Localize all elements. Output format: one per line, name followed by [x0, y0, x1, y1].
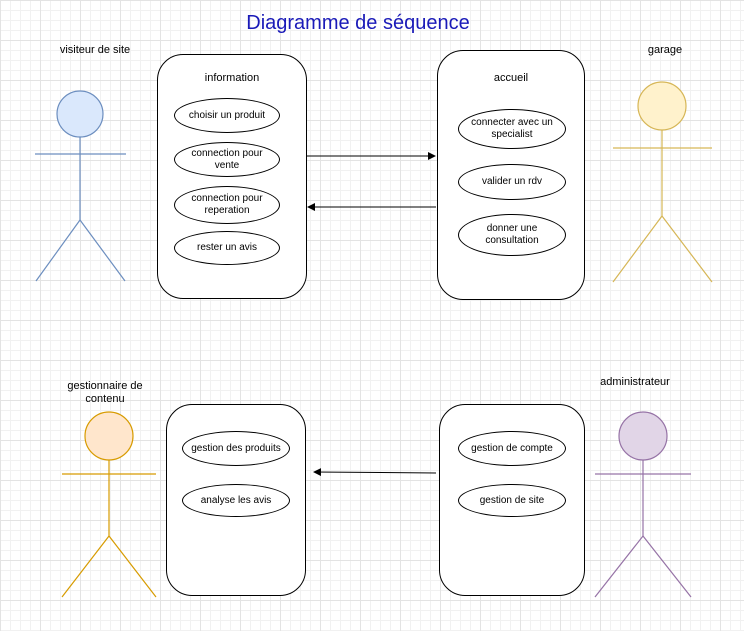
actor-garage-label: garage — [647, 44, 683, 56]
usecase-connecter-specialist[interactable]: connecter avec un specialist — [458, 109, 566, 149]
diagram-canvas — [35, 81, 713, 598]
actor-gestionnaire-label: gestionnaire de contenu — [67, 380, 143, 405]
actor-visiteur-figure[interactable] — [35, 90, 126, 282]
usecase-donner-consultation[interactable]: donner une consultation — [458, 214, 566, 256]
actor-visiteur-label: visiteur de site — [59, 44, 131, 56]
information-box-title: information — [204, 72, 260, 84]
accueil-box-title: accueil — [493, 72, 529, 84]
actor-gestionnaire-figure[interactable] — [61, 411, 157, 598]
actor-administrateur-figure[interactable] — [594, 411, 692, 598]
usecase-gestion-produits[interactable]: gestion des produits — [182, 431, 290, 466]
usecase-gestion-site[interactable]: gestion de site — [458, 484, 566, 517]
usecase-valider-rdv[interactable]: valider un rdv — [458, 164, 566, 200]
actor-garage-figure[interactable] — [612, 81, 713, 283]
usecase-choisir-produit[interactable]: choisir un produit — [174, 98, 280, 133]
usecase-analyse-avis[interactable]: analyse les avis — [182, 484, 290, 517]
usecase-rester-avis[interactable]: rester un avis — [174, 231, 280, 265]
actor-administrateur-label: administrateur — [600, 376, 670, 388]
usecase-gestion-compte[interactable]: gestion de compte — [458, 431, 566, 466]
usecase-connection-reperation[interactable]: connection pour reperation — [174, 186, 280, 224]
usecase-connection-vente[interactable]: connection pour vente — [174, 142, 280, 177]
